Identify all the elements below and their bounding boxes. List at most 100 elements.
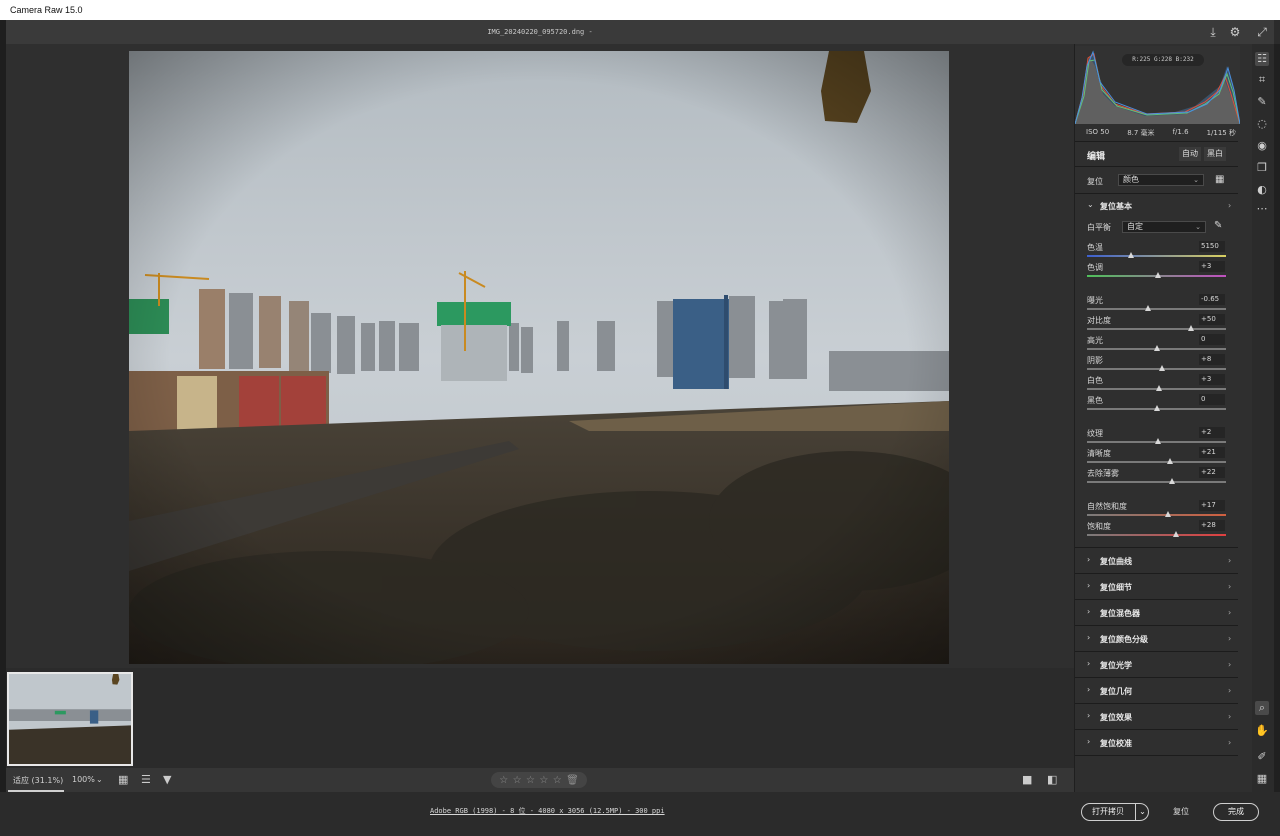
chevron-right-icon[interactable]: › — [1228, 712, 1231, 721]
slider-track[interactable] — [1087, 255, 1226, 257]
zoom-icon[interactable]: ⌕ — [1255, 701, 1269, 715]
slider-value-input[interactable]: -0.65 — [1199, 294, 1225, 305]
slider-thumb[interactable] — [1156, 385, 1163, 391]
chevron-down-icon[interactable]: ⌄ — [1135, 804, 1149, 820]
sort-icon[interactable]: ☰ — [141, 773, 151, 786]
section-title[interactable]: 复位混色器 — [1100, 608, 1140, 619]
slider-track[interactable] — [1087, 328, 1226, 330]
slider-thumb[interactable] — [1153, 345, 1160, 351]
crop-icon[interactable]: ⌗ — [1255, 73, 1269, 87]
chevron-right-icon[interactable]: › — [1228, 582, 1231, 591]
eyedropper-icon[interactable]: ✎ — [1214, 220, 1222, 231]
slider-thumb[interactable] — [1154, 272, 1161, 278]
section-title[interactable]: 复位曲线 — [1100, 556, 1132, 567]
slider-thumb[interactable] — [1188, 325, 1195, 331]
bw-button[interactable]: 黑白 — [1204, 147, 1226, 161]
chevron-right-icon[interactable]: › — [1228, 634, 1231, 643]
chevron-right-icon[interactable]: › — [1087, 659, 1090, 668]
profile-select[interactable]: 颜色 ⌄ — [1118, 174, 1204, 186]
chevron-right-icon[interactable]: › — [1087, 685, 1090, 694]
slider-value-input[interactable]: +17 — [1199, 500, 1225, 511]
star-rating[interactable]: ☆ ☆ ☆ ☆ ☆ 🗑 — [491, 772, 587, 788]
fullscreen-icon[interactable]: ⤢ — [1255, 25, 1269, 39]
chevron-right-icon[interactable]: › — [1087, 581, 1090, 590]
chevron-right-icon[interactable]: › — [1087, 711, 1090, 720]
save-icon[interactable]: ⤓ — [1206, 25, 1220, 39]
chevron-right-icon[interactable]: › — [1228, 201, 1231, 210]
grid-icon[interactable]: ▦ — [1255, 772, 1269, 786]
slider-track[interactable] — [1087, 481, 1226, 483]
slider-track[interactable] — [1087, 534, 1226, 536]
chevron-right-icon[interactable]: › — [1228, 686, 1231, 695]
chevron-right-icon[interactable]: › — [1228, 738, 1231, 747]
auto-button[interactable]: 自动 — [1179, 147, 1201, 161]
more-icon[interactable]: ⋯ — [1255, 202, 1269, 216]
edit-sliders-icon[interactable]: ☷ — [1255, 52, 1269, 66]
zoom-fit[interactable]: 适应 (31.1%) — [13, 775, 63, 786]
mask-icon[interactable]: ◌ — [1255, 117, 1269, 131]
right-scrollbar[interactable] — [1274, 44, 1280, 792]
slider-value-input[interactable]: +3 — [1199, 261, 1225, 272]
section-title[interactable]: 复位校准 — [1100, 738, 1132, 749]
zoom-100[interactable]: 100% — [72, 775, 95, 784]
filmstrip-view-icon[interactable]: ▦ — [118, 773, 128, 786]
chevron-right-icon[interactable]: › — [1087, 555, 1090, 564]
hand-icon[interactable]: ✋ — [1255, 724, 1269, 738]
workflow-options-link[interactable]: Adobe RGB (1998) - 8 位 - 4080 x 3056 (12… — [430, 806, 665, 816]
slider-value-input[interactable]: +2 — [1199, 427, 1225, 438]
slider-value-input[interactable]: +22 — [1199, 467, 1225, 478]
star-icon[interactable]: ☆ — [526, 775, 535, 786]
reset-button[interactable]: 复位 — [1173, 806, 1189, 817]
chevron-right-icon[interactable]: › — [1228, 556, 1231, 565]
section-title[interactable]: 复位效果 — [1100, 712, 1132, 723]
snapshots-icon[interactable]: ❐ — [1255, 161, 1269, 175]
red-eye-icon[interactable]: ◉ — [1255, 139, 1269, 153]
single-view-icon[interactable]: ■ — [1022, 773, 1032, 786]
gear-icon[interactable]: ⚙ — [1228, 25, 1242, 39]
compare-view-icon[interactable]: ◧ — [1047, 773, 1057, 786]
slider-thumb[interactable] — [1164, 511, 1171, 517]
chevron-right-icon[interactable]: › — [1087, 737, 1090, 746]
slider-thumb[interactable] — [1168, 478, 1175, 484]
slider-thumb[interactable] — [1159, 365, 1166, 371]
star-icon[interactable]: ☆ — [513, 775, 522, 786]
color-sampler-icon[interactable]: ✐ — [1255, 750, 1269, 764]
chevron-right-icon[interactable]: › — [1087, 633, 1090, 642]
star-icon[interactable]: ☆ — [539, 775, 548, 786]
filmstrip-thumbnail[interactable] — [7, 672, 133, 766]
chevron-down-icon[interactable]: ⌄ — [1087, 200, 1094, 209]
done-button[interactable]: 完成 — [1213, 803, 1259, 821]
slider-thumb[interactable] — [1154, 438, 1161, 444]
section-title[interactable]: 复位细节 — [1100, 582, 1132, 593]
section-title[interactable]: 复位光学 — [1100, 660, 1132, 671]
slider-track[interactable] — [1087, 368, 1226, 370]
trash-icon[interactable]: 🗑 — [566, 775, 579, 786]
slider-thumb[interactable] — [1128, 252, 1135, 258]
slider-value-input[interactable]: 0 — [1199, 394, 1225, 405]
basic-section-title[interactable]: 复位基本 — [1100, 201, 1132, 212]
presets-icon[interactable]: ◐ — [1255, 183, 1269, 197]
section-title[interactable]: 复位几何 — [1100, 686, 1132, 697]
chevron-down-icon[interactable]: ⌄ — [96, 775, 103, 784]
slider-thumb[interactable] — [1145, 305, 1152, 311]
chevron-right-icon[interactable]: › — [1228, 660, 1231, 669]
slider-value-input[interactable]: 5150 — [1199, 241, 1225, 252]
chevron-right-icon[interactable]: › — [1228, 608, 1231, 617]
slider-track[interactable] — [1087, 514, 1226, 516]
section-title[interactable]: 复位颜色分级 — [1100, 634, 1148, 645]
chevron-right-icon[interactable]: › — [1087, 607, 1090, 616]
white-balance-select[interactable]: 自定 ⌄ — [1122, 221, 1206, 233]
slider-value-input[interactable]: 0 — [1199, 334, 1225, 345]
open-copy-button[interactable]: 打开拷贝 ⌄ — [1081, 803, 1149, 821]
slider-value-input[interactable]: +8 — [1199, 354, 1225, 365]
slider-thumb[interactable] — [1167, 458, 1174, 464]
slider-value-input[interactable]: +28 — [1199, 520, 1225, 531]
slider-value-input[interactable]: +3 — [1199, 374, 1225, 385]
star-icon[interactable]: ☆ — [553, 775, 562, 786]
slider-value-input[interactable]: +21 — [1199, 447, 1225, 458]
profile-browser-icon[interactable]: ▦ — [1215, 174, 1224, 185]
star-icon[interactable]: ☆ — [499, 775, 508, 786]
slider-thumb[interactable] — [1153, 405, 1160, 411]
slider-thumb[interactable] — [1172, 531, 1179, 537]
healing-brush-icon[interactable]: ✎ — [1255, 95, 1269, 109]
